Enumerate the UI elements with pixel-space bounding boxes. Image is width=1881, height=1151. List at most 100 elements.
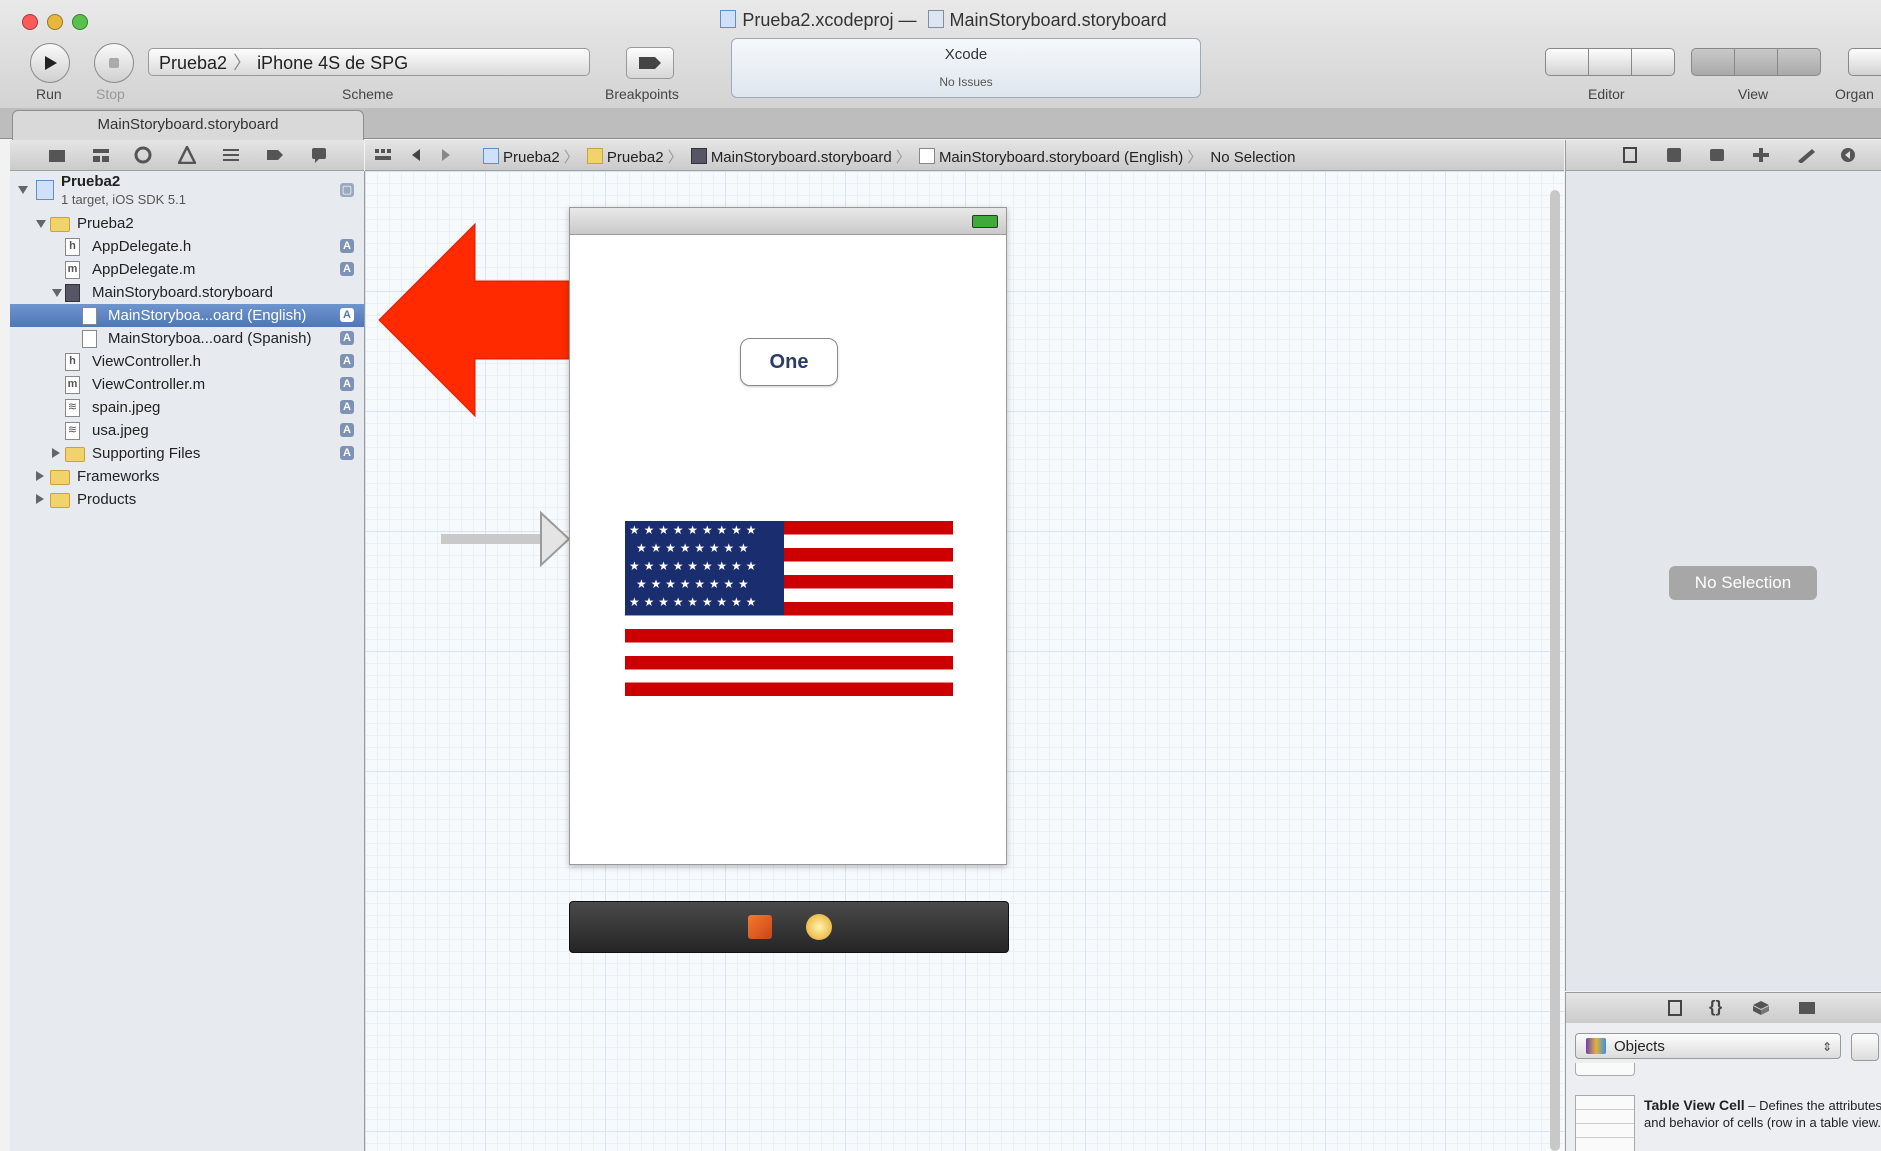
table-view-cell-description[interactable]: Table View Cell – Defines the attributes… (1644, 1097, 1881, 1131)
breakpoints-label: Breakpoints (605, 86, 679, 102)
chevron-right-icon: 〉 (1187, 149, 1203, 166)
organizer-button[interactable] (1848, 48, 1881, 76)
version-editor-button[interactable] (1631, 48, 1675, 76)
file-inspector-icon[interactable] (1623, 147, 1637, 163)
scheme-device: iPhone 4S de SPG (257, 53, 409, 73)
symbol-navigator-icon[interactable] (92, 147, 110, 163)
chevron-right-icon: 〉 (667, 149, 683, 166)
canvas-scrollbar[interactable] (1550, 190, 1560, 1151)
media-library-icon[interactable] (1798, 1001, 1816, 1015)
previous-library-item[interactable] (1575, 1063, 1635, 1076)
table-view-cell-thumbnail[interactable] (1575, 1095, 1635, 1151)
nav-item-viewcontroller-h[interactable]: h ViewController.h A (10, 350, 364, 373)
nav-item-label: AppDelegate.h (92, 238, 192, 255)
search-navigator-icon[interactable] (134, 146, 152, 164)
tab-mainstoryboard[interactable]: MainStoryboard.storyboard (12, 110, 364, 141)
folder-icon (50, 493, 70, 508)
back-arrow-icon[interactable] (409, 148, 423, 162)
stop-button[interactable] (94, 43, 134, 83)
identity-inspector-icon[interactable] (1709, 147, 1725, 163)
scheme-selector[interactable]: Prueba2 〉 iPhone 4S de SPG (148, 48, 590, 76)
nav-item-mainstoryboard-english[interactable]: MainStoryboa...oard (English) A (10, 304, 364, 327)
file-status-badge: A (340, 308, 354, 322)
grid-view-toggle[interactable] (1851, 1033, 1879, 1061)
editor-label: Editor (1588, 86, 1625, 102)
attributes-inspector-icon[interactable] (1752, 147, 1770, 163)
usa-flag-image[interactable]: ★ ★ ★ ★ ★ ★ ★ ★ ★ ★ ★ ★ ★ ★ ★ ★ ★ ★ ★ ★ … (625, 521, 953, 696)
issue-navigator-icon[interactable] (178, 146, 196, 164)
disclosure-closed-icon[interactable] (52, 448, 60, 458)
breadcrumb-localized-storyboard[interactable]: MainStoryboard.storyboard (English) 〉 (918, 146, 1203, 167)
disclosure-closed-icon[interactable] (36, 471, 44, 481)
object-library-icon[interactable] (1752, 1000, 1770, 1016)
nav-item-supporting-files[interactable]: Supporting Files A (10, 442, 364, 465)
log-navigator-icon[interactable] (310, 146, 328, 164)
breadcrumb-storyboard[interactable]: MainStoryboard.storyboard 〉 (690, 146, 911, 167)
object-library: Objects ⇕ Table View Cell – Defines the … (1565, 1023, 1881, 1151)
related-files-icon[interactable] (375, 148, 391, 162)
disclosure-closed-icon[interactable] (36, 494, 44, 504)
one-button[interactable]: One (740, 338, 838, 386)
svg-text:★ ★ ★ ★ ★ ★ ★ ★: ★ ★ ★ ★ ★ ★ ★ ★ (636, 541, 749, 555)
storyboard-icon (65, 284, 80, 302)
breakpoint-navigator-icon[interactable] (266, 148, 284, 162)
view-label: View (1738, 86, 1769, 102)
window-title: Prueba2.xcodeproj — MainStoryboard.story… (0, 10, 1881, 31)
objects-library-icon (1586, 1038, 1606, 1054)
file-template-library-icon[interactable] (1668, 1000, 1682, 1016)
nav-item-label: ViewController.h (92, 353, 201, 370)
breakpoint-icon (639, 57, 661, 69)
forward-arrow-icon[interactable] (439, 148, 453, 162)
nav-item-prueba2-group[interactable]: Prueba2 (10, 212, 364, 235)
file-status-badge: A (340, 423, 354, 437)
disclosure-open-icon[interactable] (36, 220, 46, 228)
no-selection-label: No Selection (1669, 566, 1817, 600)
activity-app: Xcode (944, 46, 988, 63)
implementation-file-icon: m (65, 261, 80, 279)
localized-storyboard-icon (82, 307, 97, 325)
nav-item-spain-jpeg[interactable]: ≋ spain.jpeg A (10, 396, 364, 419)
disclosure-open-icon[interactable] (18, 186, 28, 194)
library-filter-select[interactable]: Objects ⇕ (1575, 1033, 1841, 1059)
disclosure-open-icon[interactable] (52, 289, 62, 297)
standard-editor-button[interactable] (1545, 48, 1589, 76)
run-button[interactable] (30, 43, 70, 83)
breadcrumb-group[interactable]: Prueba2 〉 (586, 146, 683, 167)
first-responder-icon[interactable] (748, 915, 772, 939)
project-badge-icon: ▢ (340, 183, 354, 197)
nav-item-appdelegate-m[interactable]: m AppDelegate.m A (10, 258, 364, 281)
nav-item-usa-jpeg[interactable]: ≋ usa.jpeg A (10, 419, 364, 442)
breadcrumb-project[interactable]: Prueba2 〉 (483, 146, 579, 167)
toggle-navigator-button[interactable] (1691, 48, 1735, 76)
breadcrumb-selection[interactable]: No Selection (1210, 149, 1295, 166)
library-selector-bar: {} (1565, 992, 1881, 1023)
nav-item-label: Products (77, 491, 137, 508)
nav-item-appdelegate-h[interactable]: h AppDelegate.h A (10, 235, 364, 258)
assistant-editor-button[interactable] (1588, 48, 1632, 76)
nav-item-frameworks[interactable]: Frameworks (10, 465, 364, 488)
connections-inspector-icon[interactable] (1840, 147, 1856, 163)
nav-item-products[interactable]: Products (10, 488, 364, 511)
toggle-utilities-button[interactable] (1777, 48, 1821, 76)
toggle-debug-area-button[interactable] (1734, 48, 1778, 76)
nav-item-label: usa.jpeg (92, 422, 149, 439)
breadcrumb: Prueba2 〉 Prueba2 〉 MainStoryboard.storybo… (483, 146, 1299, 167)
view-controller-icon[interactable] (806, 914, 832, 940)
nav-item-viewcontroller-m[interactable]: m ViewController.m A (10, 373, 364, 396)
project-root-row[interactable]: Prueba2 1 target, iOS SDK 5.1 ▢ (10, 173, 364, 207)
code-snippet-library-icon[interactable]: {} (1709, 997, 1722, 1017)
nav-item-mainstoryboard[interactable]: MainStoryboard.storyboard (10, 281, 364, 304)
size-inspector-icon[interactable] (1796, 147, 1816, 163)
localized-storyboard-icon (82, 330, 97, 348)
navigator-selector-bar (10, 140, 364, 171)
breakpoints-button[interactable] (626, 47, 674, 79)
view-controller-scene[interactable]: One ★ ★ ★ ★ ★ ★ ★ ★ ★ ★ ★ ★ ★ ★ ★ ★ ★ ★ … (569, 207, 1007, 865)
title-project: Prueba2.xcodeproj (742, 10, 894, 30)
debug-navigator-icon[interactable] (222, 147, 240, 163)
project-navigator-icon[interactable] (48, 147, 66, 163)
nav-item-mainstoryboard-spanish[interactable]: MainStoryboa...oard (Spanish) A (10, 327, 364, 350)
initial-scene-arrow-icon (441, 511, 571, 568)
header-file-icon: h (65, 353, 80, 371)
organizer-label: Organ (1835, 86, 1874, 102)
quick-help-icon[interactable] (1666, 147, 1682, 163)
